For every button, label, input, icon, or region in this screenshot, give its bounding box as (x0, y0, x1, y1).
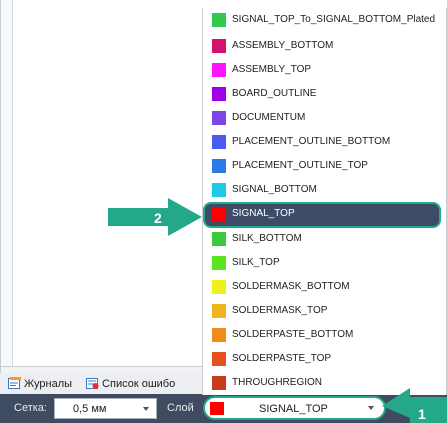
layer-color-swatch (212, 13, 226, 27)
layer-item[interactable]: SOLDERPASTE_BOTTOM (203, 323, 447, 347)
tab-error-list[interactable]: Список ошибо (78, 373, 181, 394)
layer-item[interactable]: SILK_TOP (203, 251, 447, 275)
bottom-tabs-bar: Журналы Список ошибо (0, 373, 202, 394)
layer-item-label: BOARD_OUTLINE (232, 88, 317, 99)
layer-item[interactable]: SILK_BOTTOM (203, 227, 447, 251)
layer-color-swatch (212, 352, 226, 366)
layer-item-label: THROUGHREGION (232, 377, 322, 388)
layer-item-label: SIGNAL_BOTTOM (232, 184, 317, 195)
layer-dropdown-list: SIGNAL_TOP_To_SIGNAL_BOTTOM_Plated ASSEMB… (202, 8, 447, 395)
layer-item-label: ASSEMBLY_TOP (232, 64, 312, 75)
callout-arrow-2: 2 (108, 198, 202, 236)
grid-size-value: 0,5 мм (73, 403, 107, 415)
layer-color-swatch (212, 87, 226, 101)
layer-color-swatch (212, 280, 226, 294)
layer-item-label: ASSEMBLY_BOTTOM (232, 40, 334, 51)
callout-arrow-1: 1 (382, 388, 447, 423)
callout-number-1: 1 (418, 406, 426, 422)
layer-item-label: DOCUMENTUM (232, 112, 306, 123)
layer-item[interactable]: BOARD_OUTLINE (203, 82, 447, 106)
layer-item-label: SOLDERPASTE_BOTTOM (232, 329, 354, 340)
tab-error-list-label: Список ошибо (102, 377, 176, 390)
layer-color-swatch (212, 111, 226, 125)
layer-item-label: SOLDERMASK_TOP (232, 305, 328, 316)
layer-item[interactable]: ASSEMBLY_TOP (203, 58, 447, 82)
tab-journals-label: Журналы (24, 377, 73, 390)
layer-select[interactable]: SIGNAL_TOP (203, 396, 386, 420)
layer-label: Слой (167, 402, 194, 414)
layer-color-swatch (212, 135, 226, 149)
tab-journals[interactable]: Журналы (0, 373, 78, 394)
layer-item[interactable]: ASSEMBLY_BOTTOM (203, 34, 447, 58)
layer-color-swatch (212, 304, 226, 318)
layer-item[interactable]: SOLDERPASTE_TOP (203, 347, 447, 371)
panel-scroll-strip[interactable] (1, 0, 13, 366)
chevron-down-icon (143, 407, 149, 411)
layer-item[interactable]: SOLDERMASK_BOTTOM (203, 275, 447, 299)
layer-color-swatch (212, 63, 226, 77)
journal-icon (8, 377, 21, 389)
chevron-down-icon (368, 406, 374, 410)
layer-color-swatch (212, 39, 226, 53)
grid-label: Сетка: (14, 402, 47, 414)
layer-item[interactable]: PLACEMENT_OUTLINE_BOTTOM (203, 130, 447, 154)
layer-select-value: SIGNAL_TOP (259, 403, 328, 415)
layer-color-swatch (212, 328, 226, 342)
layer-item[interactable]: DOCUMENTUM (203, 106, 447, 130)
layer-color-swatch (212, 183, 226, 197)
grid-size-select[interactable]: 0,5 мм (54, 398, 157, 419)
error-list-icon (86, 378, 99, 389)
layer-item-label: SIGNAL_TOP (232, 208, 295, 219)
workspace-panel (0, 0, 203, 373)
layer-item-label: PLACEMENT_OUTLINE_TOP (232, 160, 368, 171)
layer-color-swatch (210, 402, 224, 415)
layer-item-label: PLACEMENT_OUTLINE_BOTTOM (232, 136, 391, 147)
layer-item-label: SILK_TOP (232, 257, 280, 268)
layer-color-swatch (212, 376, 226, 390)
callout-number-2: 2 (154, 210, 162, 226)
layer-color-swatch (212, 207, 226, 221)
layer-color-swatch (212, 232, 226, 246)
layer-item-label: SOLDERPASTE_TOP (232, 353, 332, 364)
layer-item[interactable]: SIGNAL_TOP (203, 202, 441, 228)
layer-dropdown-window: Журналы Список ошибо Сетка: Слой 0,5 мм … (0, 0, 447, 423)
layer-item-label: SIGNAL_TOP_To_SIGNAL_BOTTOM_Plated (232, 14, 436, 25)
layer-item[interactable]: SIGNAL_BOTTOM (203, 178, 447, 202)
layer-item[interactable]: PLACEMENT_OUTLINE_TOP (203, 154, 447, 178)
layer-item-label: SOLDERMASK_BOTTOM (232, 281, 350, 292)
layer-color-swatch (212, 256, 226, 270)
layer-color-swatch (212, 159, 226, 173)
layer-item-label: SILK_BOTTOM (232, 233, 302, 244)
layer-item[interactable]: SOLDERMASK_TOP (203, 299, 447, 323)
panel-bottom-edge (1, 366, 203, 373)
layer-item[interactable]: SIGNAL_TOP_To_SIGNAL_BOTTOM_Plated (203, 8, 447, 32)
